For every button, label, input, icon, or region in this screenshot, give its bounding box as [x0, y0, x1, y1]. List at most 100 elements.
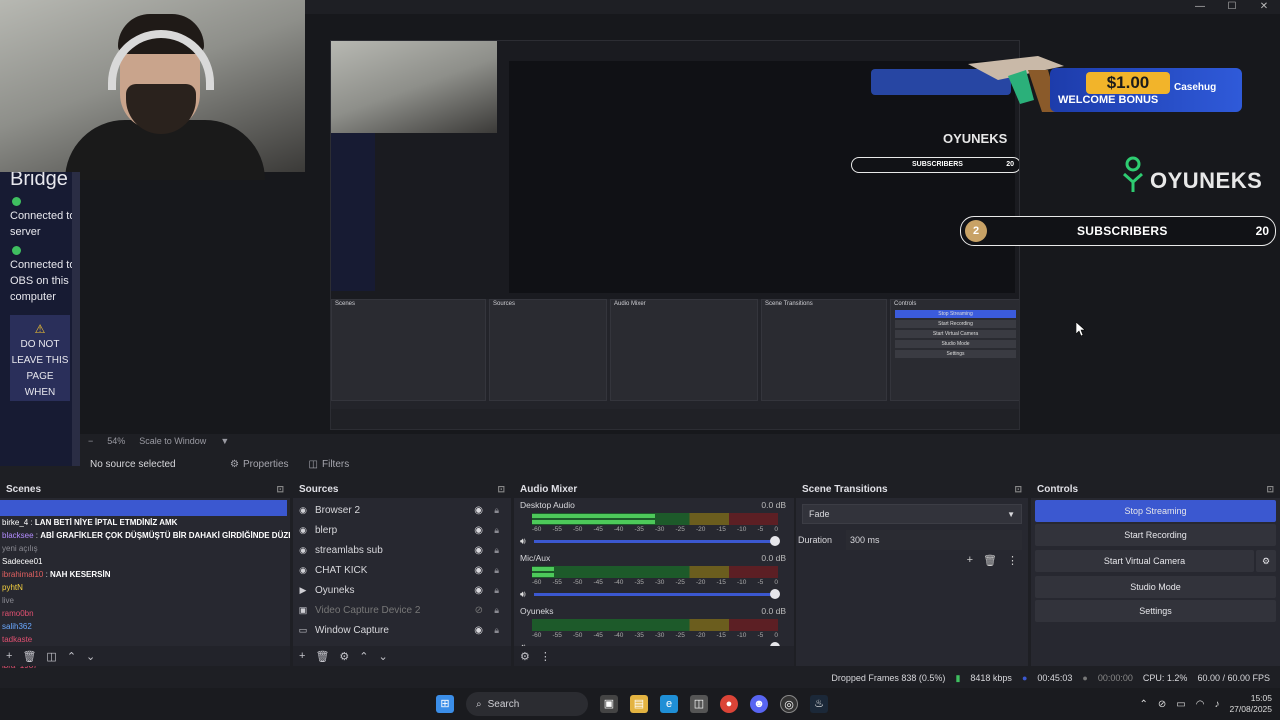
- chat-username: pyhtN: [2, 583, 23, 592]
- more-icon[interactable]: ⋮: [1007, 554, 1018, 567]
- eye-icon[interactable]: ◉: [474, 525, 483, 536]
- eye-off-icon[interactable]: ⊘: [475, 605, 483, 616]
- nested-subscribers-count: 20: [1006, 161, 1014, 168]
- source-item[interactable]: ◉ blerp ◉ 🔒︎: [293, 520, 511, 540]
- advanced-audio-icon[interactable]: ⚙: [520, 650, 530, 663]
- chevron-down-icon[interactable]: ⌄: [86, 650, 95, 663]
- taskbar-search[interactable]: ⌕ Search: [466, 692, 588, 716]
- network-off-icon[interactable]: ⊘: [1158, 699, 1166, 710]
- lock-icon[interactable]: 🔒︎: [494, 505, 499, 516]
- clock[interactable]: 15:05 27/08/2025: [1229, 693, 1272, 715]
- transition-select[interactable]: Fade ▼: [802, 504, 1022, 524]
- chevron-down-icon[interactable]: ▼: [220, 436, 229, 446]
- add-icon[interactable]: +: [967, 554, 973, 567]
- file-explorer-icon[interactable]: ▤: [630, 695, 648, 713]
- lock-icon[interactable]: 🔒︎: [494, 625, 499, 636]
- volume-slider[interactable]: [534, 589, 780, 599]
- volume-knob[interactable]: [770, 589, 780, 599]
- source-item[interactable]: ◉ Browser 2 ◉ 🔒︎: [293, 500, 511, 520]
- windows-start-icon[interactable]: ⊞: [436, 695, 454, 713]
- chevron-up-icon[interactable]: ⌃: [1139, 699, 1147, 710]
- check-icon: [12, 246, 21, 255]
- chevron-up-icon[interactable]: ⌃: [359, 650, 368, 663]
- add-icon[interactable]: +: [6, 650, 12, 662]
- undock-icon[interactable]: ⊡: [497, 484, 505, 496]
- scale-mode[interactable]: Scale to Window: [139, 436, 206, 446]
- volume-slider[interactable]: [534, 536, 780, 546]
- monitor-icon[interactable]: ▭: [1176, 699, 1185, 710]
- chevron-up-icon[interactable]: ⌃: [67, 650, 76, 663]
- tick-label: -45: [593, 526, 603, 533]
- volume-knob[interactable]: [770, 536, 780, 546]
- speaker-icon[interactable]: 🔊︎: [520, 536, 532, 547]
- source-item[interactable]: ◉ streamlabs sub ◉ 🔒︎: [293, 540, 511, 560]
- filter-icon: ◫: [308, 458, 318, 470]
- virtual-camera-settings-icon[interactable]: ⚙: [1256, 550, 1276, 572]
- start-recording-button[interactable]: Start Recording: [1035, 524, 1276, 546]
- scene-transitions-dock: Scene Transitions ⊡ Fade ▼ Duration 300 m…: [796, 482, 1028, 666]
- chat-text: NAH KESERSİN: [50, 570, 111, 579]
- undock-icon[interactable]: ⊡: [1266, 484, 1274, 496]
- add-icon[interactable]: +: [299, 650, 305, 662]
- channel-name: Oyuneks: [520, 606, 554, 616]
- undock-icon[interactable]: ⊡: [1014, 484, 1022, 496]
- subscribers-bar: 2 SUBSCRIBERS 20: [960, 216, 1276, 246]
- maximize-button[interactable]: ☐: [1216, 0, 1248, 14]
- chevron-down-icon[interactable]: ⌄: [379, 650, 388, 663]
- scenes-title: Scenes: [6, 484, 42, 495]
- eye-icon[interactable]: ◉: [474, 625, 483, 636]
- minimize-button[interactable]: —: [1184, 0, 1216, 14]
- trash-icon[interactable]: 🗑: [983, 554, 997, 567]
- sources-dock: Sources ⊡ ◉ Browser 2 ◉ 🔒︎ ◉ blerp ◉ 🔒︎ ◉ streamla…: [293, 482, 511, 666]
- source-item[interactable]: ◉ CHAT KICK ◉ 🔒︎: [293, 560, 511, 580]
- obs-icon[interactable]: ◎: [780, 695, 798, 713]
- chat-message: salih362: [0, 620, 290, 633]
- source-item[interactable]: ▶ Oyuneks ◉ 🔒︎: [293, 580, 511, 600]
- speaker-icon[interactable]: 🔊︎: [520, 589, 532, 600]
- eye-icon[interactable]: ◉: [474, 505, 483, 516]
- steam-icon[interactable]: ♨: [810, 695, 828, 713]
- trash-icon[interactable]: 🗑: [22, 650, 36, 663]
- studio-mode-button[interactable]: Studio Mode: [1035, 576, 1276, 598]
- window-icon: ▭: [298, 624, 308, 635]
- zoom-out-icon[interactable]: −: [88, 436, 93, 446]
- tick-label: -25: [675, 526, 685, 533]
- properties-button[interactable]: ⚙ Properties: [230, 459, 289, 470]
- lock-icon[interactable]: 🔒︎: [494, 565, 499, 576]
- filters-button[interactable]: ◫ Filters: [309, 459, 350, 470]
- lock-icon[interactable]: 🔒︎: [494, 585, 499, 596]
- source-item[interactable]: ▣ Video Capture Device 2 ⊘ 🔒︎: [293, 600, 511, 620]
- eye-icon[interactable]: ◉: [474, 565, 483, 576]
- store-icon[interactable]: ◫: [690, 695, 708, 713]
- settings-button[interactable]: Settings: [1035, 600, 1276, 622]
- lock-icon[interactable]: 🔒︎: [494, 545, 499, 556]
- undock-icon[interactable]: ⊡: [276, 484, 284, 496]
- duration-label: Duration: [798, 535, 833, 545]
- tick-label: -10: [737, 632, 747, 639]
- lock-icon[interactable]: 🔒︎: [494, 605, 499, 616]
- bridge-scrollbar[interactable]: [72, 172, 80, 466]
- bridge-status-obs: Connected to OBS on this computer: [10, 259, 76, 303]
- task-view-icon[interactable]: ▣: [600, 695, 618, 713]
- edge-icon[interactable]: e: [660, 695, 678, 713]
- wifi-icon[interactable]: ◠: [1196, 699, 1205, 710]
- stop-streaming-button[interactable]: Stop Streaming: [1035, 500, 1276, 522]
- source-item[interactable]: ▭ Window Capture ◉ 🔒︎: [293, 620, 511, 640]
- close-button[interactable]: ✕: [1248, 0, 1280, 14]
- nested-start-recording: Start Recording: [895, 320, 1016, 328]
- discord-icon[interactable]: ☻: [750, 695, 768, 713]
- start-virtual-camera-button[interactable]: Start Virtual Camera: [1035, 550, 1254, 572]
- duration-input[interactable]: 300 ms: [846, 530, 1022, 550]
- lock-icon[interactable]: 🔒︎: [494, 525, 499, 536]
- more-icon[interactable]: ⋮: [540, 650, 551, 663]
- gear-icon[interactable]: ⚙: [339, 650, 349, 663]
- trash-icon[interactable]: 🗑: [315, 650, 329, 663]
- transition-selected: Fade: [809, 509, 830, 519]
- chrome-icon[interactable]: ●: [720, 695, 738, 713]
- eye-icon[interactable]: ◉: [474, 545, 483, 556]
- eye-icon[interactable]: ◉: [474, 585, 483, 596]
- camera-icon: ▣: [298, 604, 308, 615]
- volume-icon[interactable]: ♪: [1214, 699, 1219, 710]
- tick-label: -60: [532, 579, 542, 586]
- filter-icon[interactable]: ◫: [46, 650, 56, 663]
